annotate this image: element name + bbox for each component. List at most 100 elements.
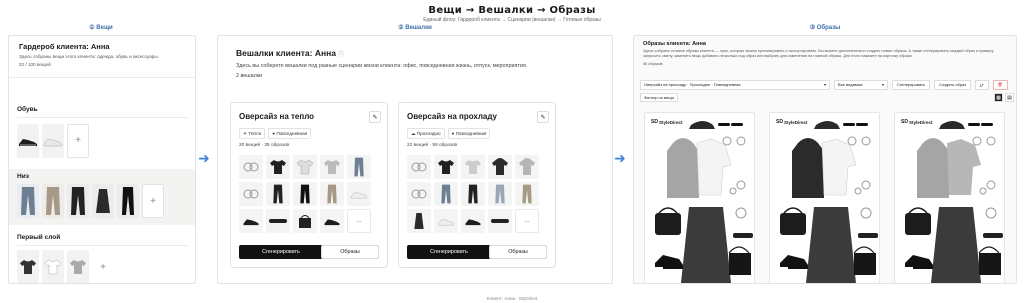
page-title: Вещи → Вешалки → Образы [428, 5, 596, 16]
tag-weather: ☁ Прохладно [407, 128, 445, 139]
tshirt-icon [320, 155, 344, 179]
hanger-items-grid: ... [407, 155, 539, 233]
hanger-items-grid: ... [239, 155, 371, 233]
visibility-select[interactable]: Все видимые ▾ [834, 79, 888, 90]
look-card[interactable]: SD StyleDirect [894, 112, 1005, 283]
look-collage [780, 121, 878, 283]
sneaker-icon [19, 138, 37, 146]
hoodie-icon [488, 155, 512, 179]
add-item-button[interactable]: + [142, 184, 164, 218]
jeans-icon [347, 155, 371, 179]
wardrobe-description: Здесь собраны вещи этого клиента: одежда… [19, 54, 159, 59]
item-thumbnail[interactable] [17, 123, 39, 158]
edit-icon[interactable]: ✎ [537, 111, 549, 123]
export-icon[interactable]: ⤓▾ [975, 79, 989, 90]
more-items-button[interactable]: ... [515, 209, 539, 233]
generate-button[interactable]: Сгенерировать [407, 245, 491, 259]
item-thumbnail[interactable] [67, 184, 89, 218]
tag-occasion: ● Повседневная [268, 128, 312, 139]
hoodie-icon [515, 155, 539, 179]
belt-icon [266, 209, 290, 233]
jewelry-icon [407, 155, 431, 179]
item-thumbnail[interactable] [67, 250, 89, 283]
hangers-title: Вешалки клиента: Анна ⓘ [236, 48, 344, 58]
more-items-button[interactable]: ... [347, 209, 371, 233]
tshirt-icon [293, 155, 317, 179]
jewelry-icon [239, 182, 263, 206]
sneaker-icon [239, 209, 263, 233]
add-item-button[interactable]: + [67, 123, 89, 158]
category-bottoms: Низ + [9, 169, 195, 225]
sneaker-icon [43, 138, 63, 146]
edit-icon[interactable]: ✎ [369, 111, 381, 123]
sneaker-icon [461, 209, 485, 233]
tshirt-icon [70, 260, 86, 274]
trousers-icon [515, 182, 539, 206]
item-thumbnail[interactable] [117, 184, 139, 218]
sneaker-icon [347, 182, 371, 206]
generate-button[interactable]: Сгенерировать [239, 245, 323, 259]
trousers-icon [71, 187, 85, 215]
chevron-down-icon: ▾ [823, 82, 826, 87]
jeans-icon [21, 187, 35, 215]
tshirt-icon [461, 155, 485, 179]
sneaker-icon [434, 209, 458, 233]
add-item-button[interactable]: + [92, 250, 114, 283]
looks-toolbar: Оверсайз на прохладу · Прохладно · Повсе… [640, 79, 1014, 90]
item-thumbnail[interactable] [42, 184, 64, 218]
info-icon[interactable]: ⓘ [338, 52, 344, 58]
wardrobe-header: Гардероб клиента: Анна Здесь собраны вещ… [9, 36, 195, 78]
hangers-panel: Вешалки клиента: Анна ⓘ Здесь вы соберете… [217, 35, 613, 284]
jeans-icon [488, 182, 512, 206]
belt-icon [488, 209, 512, 233]
tag-occasion: ● Повседневная [447, 128, 491, 139]
category-shoes: Обувь + [9, 106, 195, 159]
hangers-count: 2 вешалки [236, 73, 263, 79]
delete-icon[interactable]: 🗑 [992, 79, 1008, 90]
hanger-card[interactable]: Оверсайз на тепло ✎ ☀ Тепло ● Повседневн… [230, 102, 388, 268]
step-label-hangers: ② Вешалки [398, 25, 432, 31]
trousers-icon [461, 182, 485, 206]
create-look-button[interactable]: Создать образ [933, 79, 972, 90]
wardrobe-count: 22 / 100 вещей [19, 62, 51, 67]
tshirt-icon [20, 260, 36, 274]
skirt-icon [407, 209, 431, 233]
trousers-icon [122, 187, 134, 215]
item-thumbnail[interactable] [17, 250, 39, 283]
grid-view-icon[interactable]: ▦ [994, 93, 1003, 102]
tshirt-icon [434, 155, 458, 179]
sneaker-icon [320, 209, 344, 233]
jewelry-icon [407, 182, 431, 206]
trousers-icon [320, 182, 344, 206]
looks-count: 56 образов [643, 62, 663, 66]
looks-button[interactable]: Образы [489, 245, 547, 259]
jewelry-icon [239, 155, 263, 179]
bag-icon [293, 209, 317, 233]
flow-arrow-icon: ➜ [614, 150, 626, 166]
generate-looks-button[interactable]: Сгенерировать [892, 79, 930, 90]
hanger-stats: 20 вещей · 35 образов [239, 143, 290, 148]
item-thumbnail[interactable] [42, 123, 64, 158]
page-subtitle: Единый флоу: Гардероб клиента → Сценарии… [423, 17, 601, 23]
category-label: Обувь [17, 106, 38, 113]
item-thumbnail[interactable] [92, 184, 114, 218]
hanger-filter-select[interactable]: Оверсайз на прохладу · Прохладно · Повсе… [640, 79, 830, 90]
hanger-card[interactable]: Оверсайз на прохладу ✎ ☁ Прохладно ● Пов… [398, 102, 556, 268]
step-label-items: ① Вещи [89, 25, 113, 31]
item-thumbnail[interactable] [17, 184, 39, 218]
item-filter-chip[interactable]: Фильтр по вещи [640, 93, 678, 102]
hanger-stats: 22 вещей · 59 образов [407, 143, 458, 148]
item-thumbnail[interactable] [42, 250, 64, 283]
trousers-icon [46, 187, 60, 215]
flow-arrow-icon: ➜ [198, 150, 210, 166]
look-card[interactable]: SD StyleDirect [644, 112, 755, 283]
look-card[interactable]: SD StyleDirect [769, 112, 880, 283]
look-collage [655, 121, 753, 283]
list-view-icon[interactable]: ▤ [1005, 93, 1014, 102]
hangers-description: Здесь вы соберете вешалки под разные сце… [236, 63, 528, 69]
looks-description: Здесь собраны готовые образы клиента — л… [643, 49, 994, 58]
look-collage [905, 121, 1003, 283]
chevron-down-icon: ▾ [881, 82, 884, 87]
looks-button[interactable]: Образы [321, 245, 379, 259]
tshirt-icon [266, 155, 290, 179]
